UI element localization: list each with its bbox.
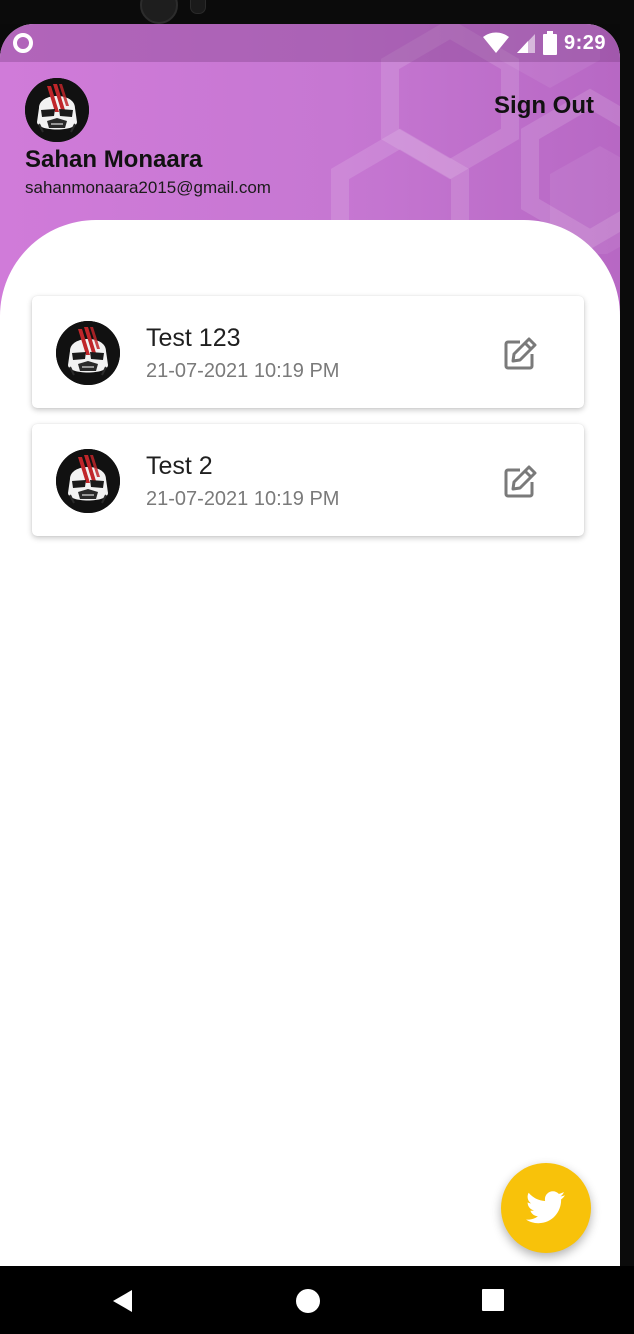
item-title: Test 123: [146, 324, 241, 352]
user-email: sahanmonaara2015@gmail.com: [25, 178, 271, 197]
front-camera-icon: [140, 0, 178, 24]
app-screen: 9:29 Sahan Monaara sahanmonaara2015@gmai…: [0, 24, 620, 1266]
sensor-icon: [190, 0, 206, 14]
top-bezel: [0, 0, 634, 24]
twitter-fab-button[interactable]: [501, 1163, 591, 1253]
item-avatar: [56, 321, 120, 385]
profile-avatar: [25, 78, 89, 142]
battery-icon: [542, 31, 557, 55]
status-clock: 9:29: [563, 31, 606, 54]
edit-icon[interactable]: [500, 334, 540, 374]
list-item[interactable]: Test 123 21-07-2021 10:19 PM: [32, 296, 584, 408]
back-icon[interactable]: [110, 1288, 136, 1314]
wifi-icon: [482, 32, 509, 53]
item-date: 21-07-2021 10:19 PM: [146, 488, 340, 510]
stormtrooper-avatar-icon: [25, 78, 89, 142]
item-avatar: [56, 449, 120, 513]
item-date: 21-07-2021 10:19 PM: [146, 360, 340, 382]
sign-out-button[interactable]: Sign Out: [494, 92, 594, 120]
cell-signal-icon: [516, 34, 535, 53]
twitter-bird-icon: [526, 1191, 565, 1224]
system-navigation-bar: [0, 1266, 634, 1334]
stormtrooper-avatar-icon: [56, 449, 120, 513]
list-item[interactable]: Test 2 21-07-2021 10:19 PM: [32, 424, 584, 536]
notification-circle-icon: [13, 33, 33, 53]
item-title: Test 2: [146, 452, 213, 480]
stormtrooper-avatar-icon: [56, 321, 120, 385]
recents-icon[interactable]: [481, 1288, 505, 1312]
content-sheet: Test 123 21-07-2021 10:19 PM Test 2 21-0…: [0, 220, 620, 1266]
right-bezel: [620, 0, 634, 1334]
user-name: Sahan Monaara: [25, 146, 203, 173]
status-bar: 9:29: [0, 24, 620, 62]
edit-icon[interactable]: [500, 462, 540, 502]
home-icon[interactable]: [295, 1288, 321, 1314]
